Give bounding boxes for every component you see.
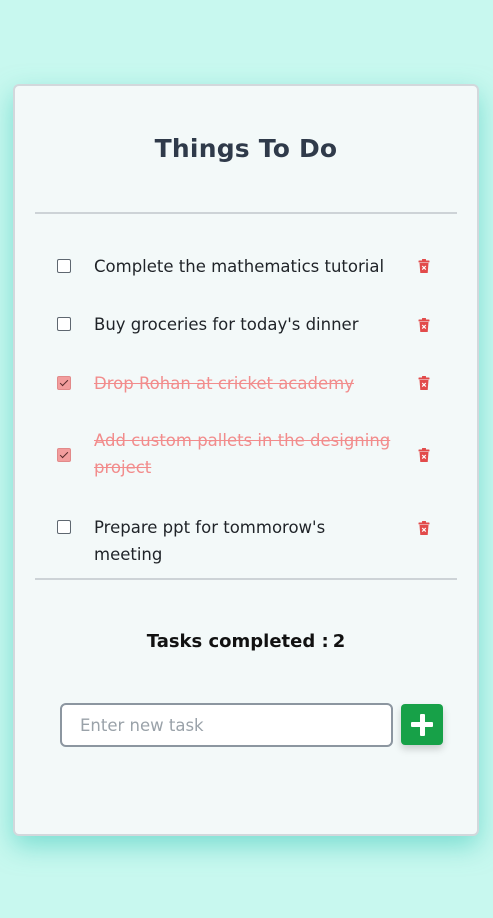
trash-icon[interactable] [418,521,430,535]
page-title: Things To Do [154,134,338,163]
trash-icon[interactable] [418,259,430,273]
task-checkbox[interactable] [57,520,71,534]
tasks-completed-summary: Tasks completed :2 [15,631,477,652]
task-checkbox[interactable] [57,259,71,273]
trash-icon[interactable] [418,318,430,332]
task-label: Complete the mathematics tutorial [94,257,385,276]
task-label: Buy groceries for today's dinner [94,315,359,334]
tasks-completed-label: Tasks completed : [146,631,329,652]
task-item: Prepare ppt for tommorow's meeting [15,514,477,564]
task-checkbox[interactable] [57,376,71,390]
top-divider [35,212,457,214]
new-task-input[interactable] [60,703,393,747]
task-item: Drop Rohan at cricket academy [15,370,477,397]
task-item: Buy groceries for today's dinner [15,311,477,338]
task-item: Complete the mathematics tutorial [15,253,477,280]
tasks-completed-count: 2 [332,631,346,652]
bottom-divider [35,578,457,580]
task-checkbox[interactable] [57,317,71,331]
task-label: Prepare ppt for tommorow's meeting [94,518,326,564]
task-label: Add custom pallets in the designing proj… [94,431,391,477]
todo-card: Things To Do Complete the mathematics tu… [13,84,479,836]
trash-icon[interactable] [418,376,430,390]
task-checkbox[interactable] [57,448,71,462]
task-label: Drop Rohan at cricket academy [94,374,354,393]
add-task-button[interactable] [401,704,443,745]
trash-icon[interactable] [418,448,430,462]
task-item: Add custom pallets in the designing proj… [15,427,477,482]
